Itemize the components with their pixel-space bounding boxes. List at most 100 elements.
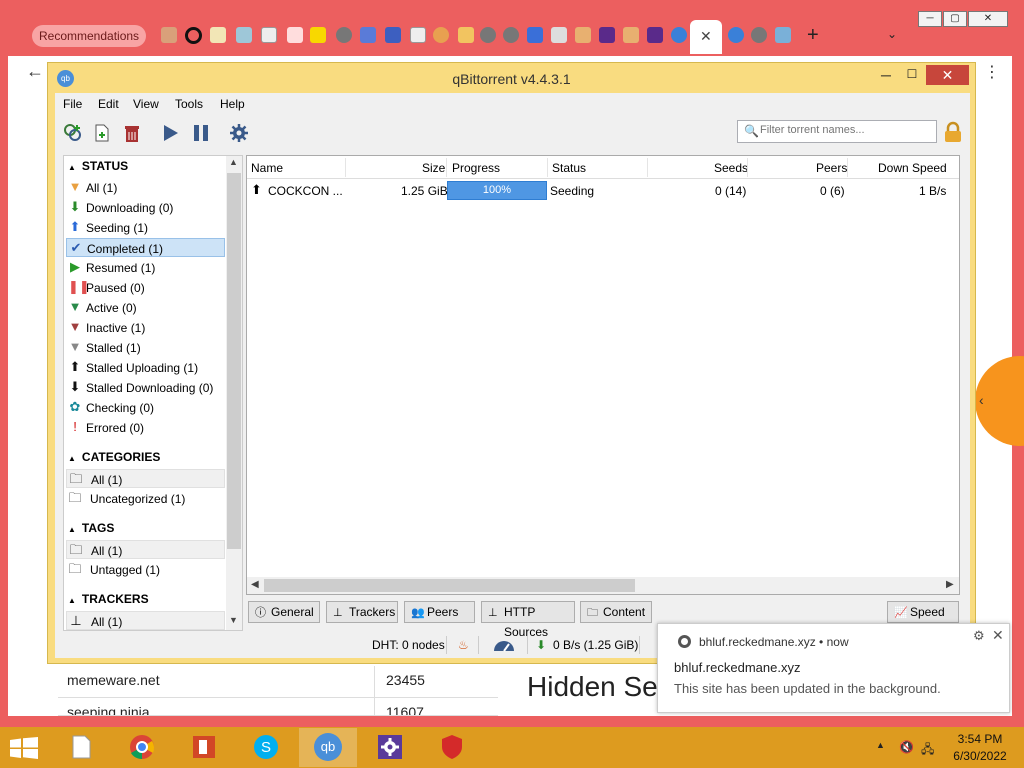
minimize-button[interactable]: ─: [874, 67, 898, 87]
volume-muted-icon[interactable]: 🔇: [899, 740, 914, 754]
menu-help[interactable]: Help: [220, 97, 245, 111]
browser-menu-icon[interactable]: ⋮: [984, 62, 1000, 82]
windows-start-icon[interactable]: [10, 737, 38, 759]
connection-flame-icon[interactable]: ♨: [458, 638, 469, 652]
status-filter-item[interactable]: ⬇ Stalled Downloading (0): [66, 378, 225, 397]
tab-globe-icon[interactable]: [336, 27, 352, 43]
column-header-progress[interactable]: Progress: [452, 161, 500, 175]
new-tab-button[interactable]: +: [807, 24, 819, 47]
tab-favicon-icon[interactable]: [385, 27, 401, 43]
tag-item-all[interactable]: 🗀 All (1): [66, 540, 225, 559]
tab-r-icon[interactable]: [599, 27, 615, 43]
tab-favicon-icon[interactable]: [575, 27, 591, 43]
tab-peers[interactable]: 👥 Peers: [404, 601, 475, 623]
status-filter-item[interactable]: ▼ Inactive (1): [66, 318, 225, 337]
status-filter-item[interactable]: ⬇ Downloading (0): [66, 198, 225, 217]
tab-favicon-icon[interactable]: [210, 27, 226, 43]
lock-icon[interactable]: [942, 121, 964, 143]
status-filter-item[interactable]: ✔ Completed (1): [66, 238, 225, 257]
taskbar-file-explorer[interactable]: [52, 728, 110, 767]
pause-icon[interactable]: [191, 123, 211, 143]
taskbar-skype[interactable]: S: [237, 728, 295, 767]
column-header-down-speed[interactable]: Down Speed: [878, 161, 947, 175]
notification-close-icon[interactable]: ✕: [992, 627, 1004, 644]
torrent-row[interactable]: ⬆ COCKCON ... 1.25 GiB 100% Seeding 0 (1…: [247, 180, 959, 201]
tray-expand-icon[interactable]: ▲: [876, 740, 885, 750]
tab-globe-icon[interactable]: [751, 27, 767, 43]
tab-content[interactable]: 🗀 Content: [580, 601, 652, 623]
taskbar-qbittorrent[interactable]: qb: [299, 728, 357, 767]
tab-favicon-icon[interactable]: [623, 27, 639, 43]
status-filter-item[interactable]: ▶ Resumed (1): [66, 258, 225, 277]
status-filter-item[interactable]: ▼ Active (0): [66, 298, 225, 317]
tab-trackers[interactable]: ⊥ Trackers: [326, 601, 398, 623]
column-header-peers[interactable]: Peers: [816, 161, 847, 175]
add-torrent-link-icon[interactable]: [63, 123, 83, 143]
close-button[interactable]: ✕: [926, 65, 969, 85]
sidebar-scrollbar[interactable]: ▲ ▼: [226, 156, 242, 630]
delete-trash-icon[interactable]: [122, 123, 142, 143]
tab-r-icon[interactable]: [647, 27, 663, 43]
site-cell[interactable]: seeping.ninja: [67, 704, 150, 715]
taskbar-settings[interactable]: [361, 728, 419, 767]
speed-limit-gauge-icon[interactable]: [492, 640, 516, 652]
column-header-size[interactable]: Size: [422, 161, 445, 175]
menu-tools[interactable]: Tools: [175, 97, 203, 111]
back-arrow-icon[interactable]: ←: [26, 61, 44, 82]
tab-favicon-icon[interactable]: [287, 27, 303, 43]
tab-favicon-icon[interactable]: [775, 27, 791, 43]
status-section-header[interactable]: ▲ STATUS: [68, 159, 128, 173]
tab-page-icon[interactable]: [261, 27, 277, 43]
status-filter-item[interactable]: ⬆ Seeding (1): [66, 218, 225, 237]
status-filter-item[interactable]: ⬆ Stalled Uploading (1): [66, 358, 225, 377]
trackers-section-header[interactable]: ▲ TRACKERS: [68, 592, 149, 606]
tab-favicon-icon[interactable]: [433, 27, 449, 43]
tag-item-untagged[interactable]: 🗀 Untagged (1): [66, 560, 225, 579]
menu-file[interactable]: File: [63, 97, 82, 111]
taskbar-office[interactable]: [175, 728, 233, 767]
scroll-left-icon[interactable]: ◀: [251, 579, 259, 590]
tab-search-favicon-icon[interactable]: [728, 27, 744, 43]
close-tab-icon[interactable]: ✕: [700, 28, 712, 45]
scroll-right-icon[interactable]: ▶: [946, 579, 954, 590]
tab-favicon-icon[interactable]: [236, 27, 252, 43]
scroll-down-icon[interactable]: ▼: [229, 615, 238, 625]
tags-section-header[interactable]: ▲ TAGS: [68, 521, 114, 535]
search-input[interactable]: [760, 124, 930, 136]
browser-minimize-button[interactable]: ─: [918, 11, 942, 27]
tracker-item-all[interactable]: ⊥ All (1): [66, 611, 225, 630]
tab-ring-icon[interactable]: [185, 27, 202, 44]
tab-speed[interactable]: 📈 Speed: [887, 601, 959, 623]
status-filter-item[interactable]: ✿ Checking (0): [66, 398, 225, 417]
browser-maximize-button[interactable]: ▢: [943, 11, 967, 27]
category-item-all[interactable]: 🗀 All (1): [66, 469, 225, 488]
taskbar-security[interactable]: [423, 728, 481, 767]
site-cell[interactable]: memeware.net: [67, 672, 160, 688]
status-filter-item[interactable]: ❚❚ Paused (0): [66, 278, 225, 297]
menu-edit[interactable]: Edit: [98, 97, 119, 111]
tab-search-favicon-icon[interactable]: [671, 27, 687, 43]
categories-section-header[interactable]: ▲ CATEGORIES: [68, 450, 160, 464]
active-tab[interactable]: ✕: [690, 20, 722, 54]
notification-settings-gear-icon[interactable]: ⚙: [973, 628, 985, 644]
column-header-seeds[interactable]: Seeds: [714, 161, 748, 175]
tab-search-chevron-icon[interactable]: ⌄: [887, 27, 897, 41]
horizontal-scrollbar[interactable]: ◀ ▶: [247, 577, 959, 594]
notification-toast[interactable]: bhluf.reckedmane.xyz • now ⚙ ✕ bhluf.rec…: [657, 623, 1010, 713]
add-torrent-file-icon[interactable]: [92, 123, 112, 143]
scroll-up-icon[interactable]: ▲: [229, 157, 238, 167]
tab-page-icon[interactable]: [410, 27, 426, 43]
title-bar[interactable]: qb qBittorrent v4.4.3.1 ─ ☐ ✕: [48, 63, 975, 93]
tab-puzzle-icon[interactable]: [527, 27, 543, 43]
tab-globe-icon[interactable]: [503, 27, 519, 43]
column-header-status[interactable]: Status: [552, 161, 586, 175]
menu-view[interactable]: View: [133, 97, 159, 111]
taskbar-chrome[interactable]: [113, 728, 171, 767]
column-header-name[interactable]: Name: [251, 161, 283, 175]
tab-http-sources[interactable]: ⊥ HTTP Sources: [481, 601, 575, 639]
tab-favicon-icon[interactable]: [360, 27, 376, 43]
status-filter-item[interactable]: ▼ All (1): [66, 178, 225, 197]
tab-favicon-icon[interactable]: [161, 27, 177, 43]
browser-close-button[interactable]: ✕: [968, 11, 1008, 27]
tab-general[interactable]: ⓘ General: [248, 601, 320, 623]
